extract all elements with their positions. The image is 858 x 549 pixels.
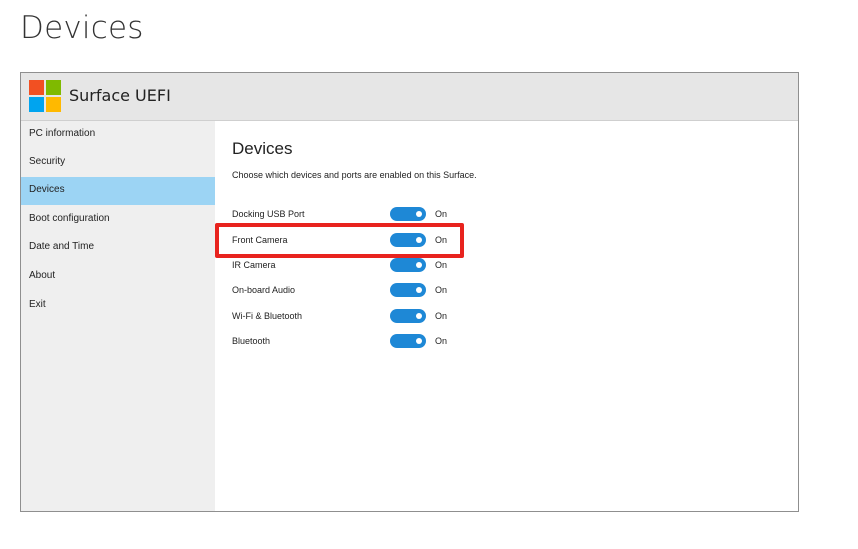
device-row-front-camera: Front Camera On [232,232,492,250]
bluetooth-toggle[interactable] [390,334,426,348]
device-row-on-board-audio: On-board Audio On [232,282,492,300]
sidebar-item-security[interactable]: Security [21,149,215,177]
sidebar-item-boot-configuration[interactable]: Boot configuration [21,206,215,234]
toggle-state: On [435,209,448,219]
uefi-window: Surface UEFI PC information Security Dev… [20,72,799,512]
toggle-state: On [435,260,448,270]
toggle-state: On [435,235,448,245]
device-label: Bluetooth [232,336,271,346]
ir-camera-toggle[interactable] [390,258,426,272]
device-label: IR Camera [232,260,276,270]
on-board-audio-toggle[interactable] [390,283,426,297]
toggle-knob [416,211,422,217]
device-row-bluetooth: Bluetooth On [232,333,492,351]
wifi-bluetooth-toggle[interactable] [390,309,426,323]
devices-panel: Devices Choose which devices and ports a… [215,121,798,511]
device-label: Docking USB Port [232,209,305,219]
device-row-ir-camera: IR Camera On [232,257,492,275]
device-label: Wi-Fi & Bluetooth [232,311,303,321]
toggle-knob [416,237,422,243]
device-label: On-board Audio [232,285,296,295]
app-title: Surface UEFI [69,86,171,105]
toggle-knob [416,338,422,344]
docking-usb-port-toggle[interactable] [390,207,426,221]
sidebar-item-pc-information[interactable]: PC information [21,121,215,149]
device-label: Front Camera [232,235,288,245]
toggle-knob [416,287,422,293]
windows-logo-icon [29,80,61,112]
sidebar-item-devices[interactable]: Devices [21,177,215,205]
device-row-docking-usb-port: Docking USB Port On [232,206,492,224]
sidebar-item-date-and-time[interactable]: Date and Time [21,234,215,262]
toggle-knob [416,262,422,268]
page-heading: Devices [20,10,144,46]
front-camera-toggle[interactable] [390,233,426,247]
toggle-state: On [435,311,448,321]
panel-title: Devices [232,139,293,158]
toggle-state: On [435,336,448,346]
sidebar: PC information Security Devices Boot con… [21,121,215,511]
panel-description: Choose which devices and ports are enabl… [232,170,477,180]
device-row-wifi-bluetooth: Wi-Fi & Bluetooth On [232,308,492,326]
sidebar-item-about[interactable]: About [21,263,215,291]
sidebar-item-exit[interactable]: Exit [21,292,215,320]
toggle-knob [416,313,422,319]
toggle-state: On [435,285,448,295]
title-bar: Surface UEFI [21,73,798,121]
